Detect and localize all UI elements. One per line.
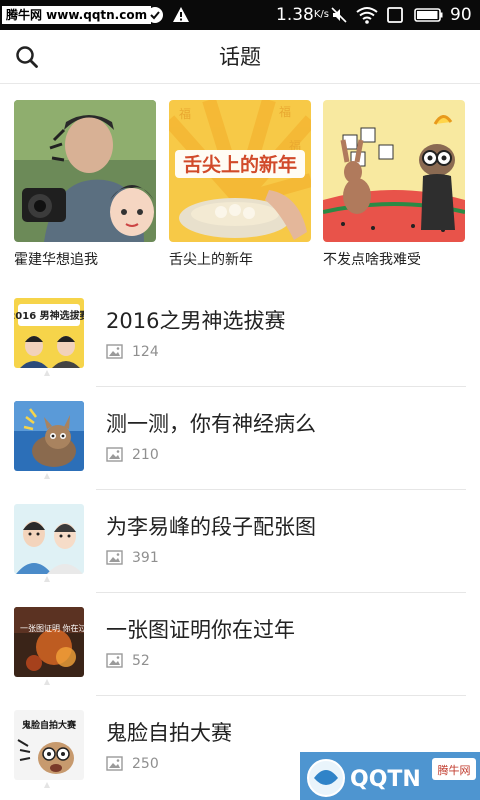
image-icon — [106, 550, 123, 565]
watermark-top: 腾牛网 www.qqtn.com — [2, 6, 152, 24]
image-icon — [106, 653, 123, 668]
topic-title: 鬼脸自拍大赛 — [106, 721, 232, 745]
topic-row[interactable]: 为李易峰的段子配张图 391 — [0, 490, 480, 593]
watermark-logo-text: QQTN — [350, 767, 421, 792]
topic-thumbnail: 一张图证明 你在过年 — [14, 607, 84, 677]
topic-thumbnail: 鬼脸自拍大赛 — [14, 710, 84, 780]
battery-icon — [414, 8, 443, 22]
status-bar: 腾牛网 www.qqtn.com 1.38K/s 90 — [0, 0, 480, 30]
watermark-logo: QQTN 腾牛网 — [300, 752, 480, 800]
topic-title: 一张图证明你在过年 — [106, 618, 295, 642]
topic-thumbnail — [14, 401, 84, 471]
topic-title: 2016之男神选拔赛 — [106, 309, 286, 333]
check-circle-icon — [147, 7, 163, 23]
featured-card[interactable]: 福福福 舌尖上的新年 舌尖上的新年 — [169, 100, 311, 270]
image-icon — [106, 344, 123, 359]
featured-topics: 霍建华想追我 福福福 舌尖上的新年 舌尖上的新年 不发点啥我难受 — [0, 84, 480, 284]
image-count: 210 — [132, 447, 159, 463]
watermark-badge: 腾牛网 — [438, 763, 471, 777]
image-icon — [106, 447, 123, 462]
topic-title: 测一测，你有神经病么 — [106, 412, 316, 436]
topic-title: 为李易峰的段子配张图 — [106, 515, 316, 539]
thumb-text: 鬼脸自拍大赛 — [22, 719, 77, 731]
svg-text:福: 福 — [279, 104, 291, 119]
image-count: 391 — [132, 550, 159, 566]
battery-level: 90 — [450, 5, 472, 25]
image-icon — [106, 756, 123, 771]
mute-icon — [331, 7, 347, 23]
featured-card[interactable]: 不发点啥我难受 — [323, 100, 465, 270]
thumb-text: 一张图证明 你在过年 — [20, 623, 84, 633]
image-count: 52 — [132, 653, 150, 669]
featured-card[interactable]: 霍建华想追我 — [14, 100, 156, 270]
featured-card-label: 舌尖上的新年 — [169, 252, 253, 268]
image-count: 250 — [132, 756, 159, 772]
topic-thumbnail — [14, 504, 84, 574]
square-icon — [387, 7, 403, 23]
thumb-pointer — [44, 576, 50, 582]
topic-row[interactable]: 一张图证明 你在过年 一张图证明你在过年 52 — [0, 593, 480, 696]
topic-row[interactable]: 2016 男神选拔赛 2016之男神选拔赛 124 — [0, 284, 480, 387]
thumb-pointer — [44, 782, 50, 788]
wifi-icon — [356, 7, 378, 24]
image-count: 124 — [132, 344, 159, 360]
topic-row[interactable]: 测一测，你有神经病么 210 — [0, 387, 480, 490]
warning-icon — [173, 7, 189, 22]
featured-card-label: 霍建华想追我 — [14, 252, 98, 268]
svg-text:福: 福 — [179, 106, 191, 121]
thumb-pointer — [44, 370, 50, 376]
topic-thumbnail: 2016 男神选拔赛 — [14, 298, 84, 368]
thumb-pointer — [44, 473, 50, 479]
featured-card-image — [323, 100, 465, 242]
thumb-text: 2016 男神选拔赛 — [14, 309, 84, 322]
featured-card-image — [14, 100, 156, 242]
thumb-pointer — [44, 679, 50, 685]
page-title: 话题 — [219, 45, 261, 69]
featured-card-image: 福福福 舌尖上的新年 — [169, 100, 311, 242]
header: 话题 — [0, 30, 480, 84]
network-speed: 1.38K/s — [276, 5, 329, 25]
featured-card-label: 不发点啥我难受 — [323, 252, 421, 268]
card-image-text: 舌尖上的新年 — [183, 153, 297, 176]
